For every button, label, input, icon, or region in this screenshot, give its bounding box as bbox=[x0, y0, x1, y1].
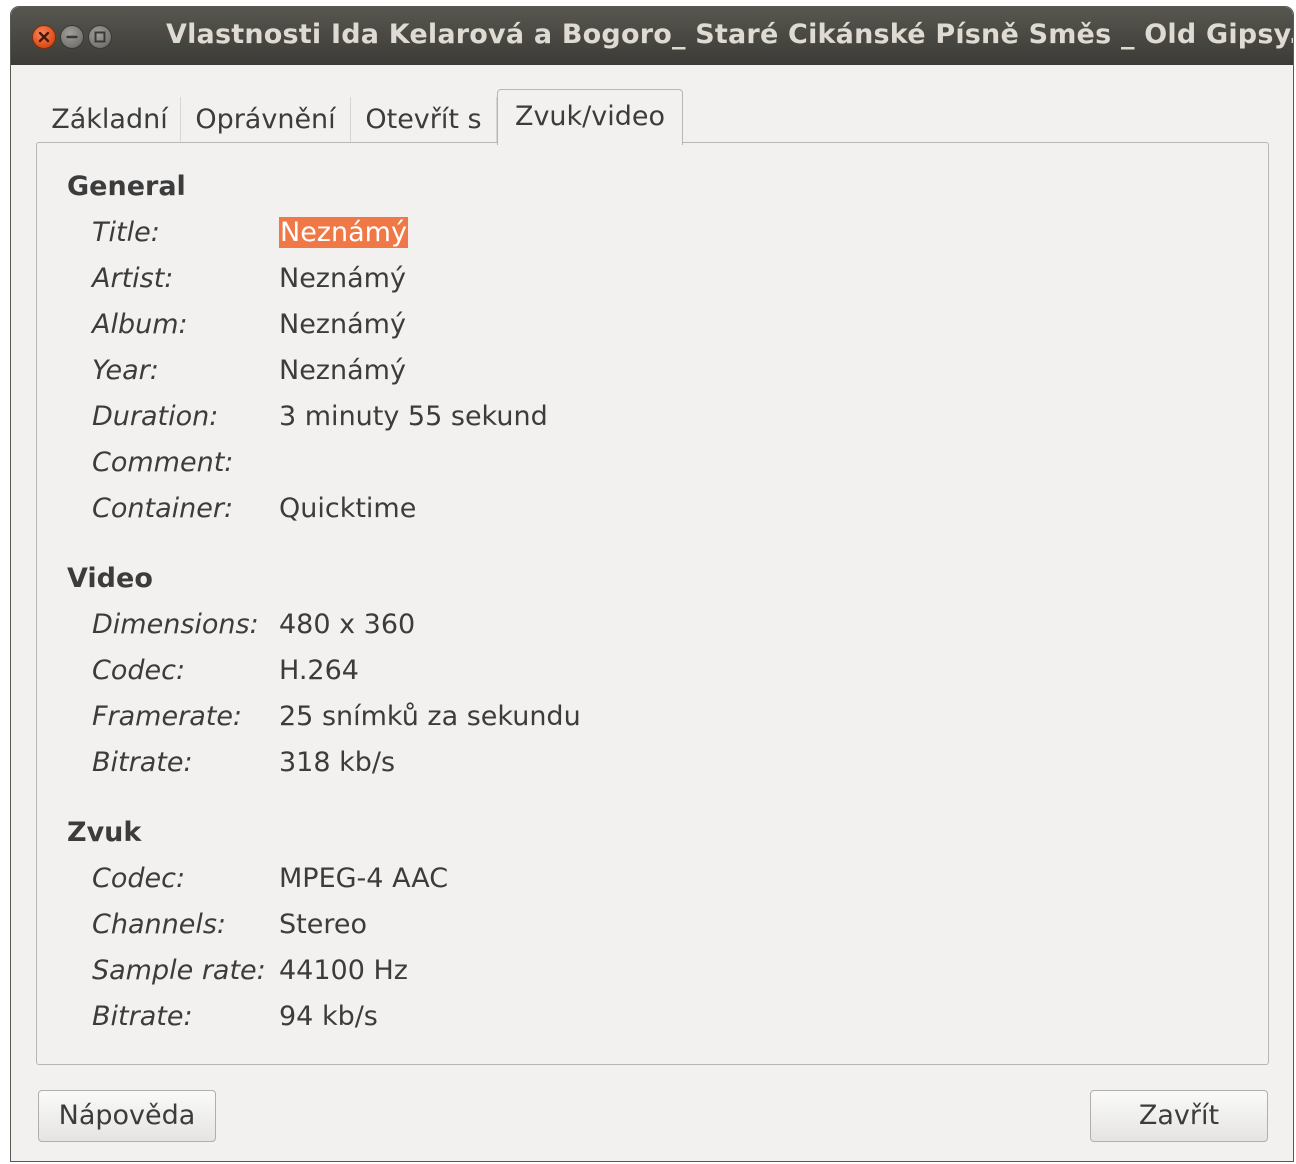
row-value[interactable]: 318 kb/s bbox=[279, 747, 395, 778]
row-label: Artist: bbox=[92, 263, 174, 294]
audio-video-panel: General Title: Neznámý Artist: Neznámý A… bbox=[36, 142, 1269, 1065]
window-title: Vlastnosti Ida Kelarová a Bogoro_ Staré … bbox=[166, 19, 1294, 50]
row-label: Sample rate: bbox=[92, 955, 266, 986]
video-heading: Video bbox=[67, 563, 153, 594]
tab-permissions[interactable]: Oprávnění bbox=[181, 97, 351, 143]
tab-basic[interactable]: Základní bbox=[39, 97, 181, 143]
title-bar[interactable]: Vlastnosti Ida Kelarová a Bogoro_ Staré … bbox=[11, 7, 1293, 65]
row-value[interactable]: Neznámý bbox=[279, 309, 406, 340]
tab-audio-video[interactable]: Zvuk/video bbox=[497, 89, 683, 145]
row-value[interactable]: H.264 bbox=[279, 655, 359, 686]
help-button[interactable]: Nápověda bbox=[38, 1090, 216, 1142]
row-label: Bitrate: bbox=[92, 747, 193, 778]
row-label: Year: bbox=[92, 355, 159, 386]
row-label: Dimensions: bbox=[92, 609, 259, 640]
row-label: Comment: bbox=[92, 447, 234, 478]
row-label: Bitrate: bbox=[92, 1001, 193, 1032]
row-value[interactable]: 25 snímků za sekundu bbox=[279, 701, 581, 732]
close-button[interactable]: Zavřít bbox=[1090, 1090, 1268, 1142]
row-label: Framerate: bbox=[92, 701, 243, 732]
row-value[interactable]: 44100 Hz bbox=[279, 955, 408, 986]
row-value[interactable]: 3 minuty 55 sekund bbox=[279, 401, 548, 432]
maximize-window-icon[interactable] bbox=[88, 25, 112, 49]
row-value[interactable]: 480 x 360 bbox=[279, 609, 415, 640]
row-value[interactable]: Neznámý bbox=[279, 217, 408, 248]
row-label: Duration: bbox=[92, 401, 219, 432]
audio-heading: Zvuk bbox=[67, 817, 142, 848]
row-label: Channels: bbox=[92, 909, 227, 940]
row-value[interactable]: Quicktime bbox=[279, 493, 416, 524]
row-label: Codec: bbox=[92, 655, 186, 686]
row-value[interactable]: Neznámý bbox=[279, 355, 406, 386]
row-value[interactable]: MPEG-4 AAC bbox=[279, 863, 448, 894]
row-value[interactable]: 94 kb/s bbox=[279, 1001, 378, 1032]
row-label: Album: bbox=[92, 309, 188, 340]
tab-open-with[interactable]: Otevřít s bbox=[351, 97, 497, 143]
row-label: Container: bbox=[92, 493, 234, 524]
row-label: Codec: bbox=[92, 863, 186, 894]
row-value[interactable]: Stereo bbox=[279, 909, 367, 940]
row-value[interactable]: Neznámý bbox=[279, 263, 406, 294]
properties-window: Vlastnosti Ida Kelarová a Bogoro_ Staré … bbox=[10, 6, 1294, 1162]
general-heading: General bbox=[67, 171, 186, 202]
row-label: Title: bbox=[92, 217, 160, 248]
close-window-icon[interactable] bbox=[32, 25, 56, 49]
minimize-window-icon[interactable] bbox=[60, 25, 84, 49]
